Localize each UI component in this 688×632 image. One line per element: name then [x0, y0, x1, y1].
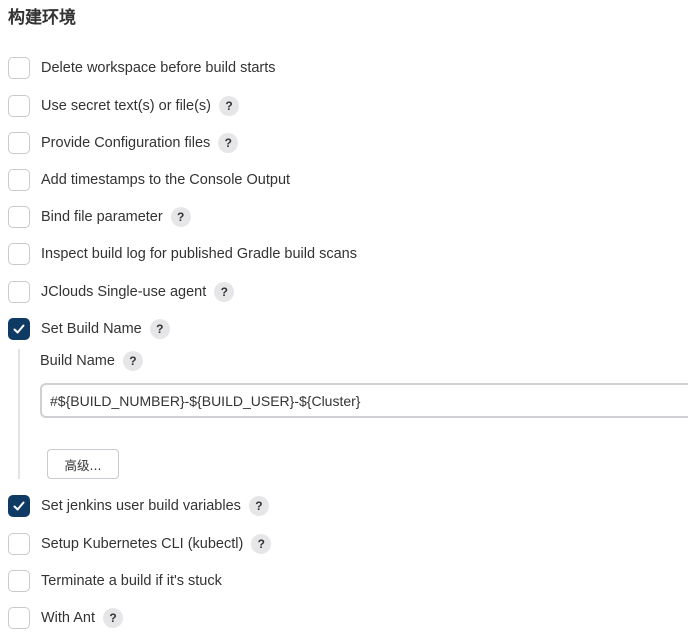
check-icon — [13, 324, 25, 334]
help-icon[interactable]: ? — [103, 608, 123, 628]
build-name-input[interactable] — [40, 383, 688, 418]
help-icon[interactable]: ? — [214, 282, 235, 302]
option-set-jenkins-user-vars[interactable]: Set jenkins user build variables ? — [8, 494, 269, 518]
section-title: 构建环境 — [8, 8, 76, 28]
nested-section-divider — [18, 349, 20, 479]
checkbox[interactable] — [8, 607, 30, 629]
help-icon[interactable]: ? — [218, 133, 239, 153]
option-label: Set Build Name — [41, 321, 142, 337]
advanced-button[interactable]: 高级... — [47, 449, 119, 479]
checkbox[interactable] — [8, 570, 30, 592]
option-label: JClouds Single-use agent — [41, 284, 207, 300]
option-inspect-gradle-log[interactable]: Inspect build log for published Gradle b… — [8, 242, 357, 266]
option-with-ant[interactable]: With Ant ? — [8, 606, 123, 630]
option-label: Provide Configuration files — [41, 135, 211, 151]
help-icon[interactable]: ? — [219, 96, 239, 116]
option-terminate-stuck-build[interactable]: Terminate a build if it's stuck — [8, 569, 222, 593]
check-icon — [13, 501, 25, 511]
checkbox[interactable] — [8, 132, 30, 154]
option-bind-file-parameter[interactable]: Bind file parameter ? — [8, 205, 191, 229]
option-use-secret[interactable]: Use secret text(s) or file(s) ? — [8, 94, 239, 118]
option-label: Use secret text(s) or file(s) — [41, 98, 211, 114]
option-label: Add timestamps to the Console Output — [41, 172, 291, 188]
option-jclouds-agent[interactable]: JClouds Single-use agent ? — [8, 280, 235, 304]
option-delete-workspace[interactable]: Delete workspace before build starts — [8, 56, 276, 80]
help-icon[interactable]: ? — [251, 534, 272, 554]
option-setup-kubectl[interactable]: Setup Kubernetes CLI (kubectl) ? — [8, 532, 272, 556]
help-icon[interactable]: ? — [122, 351, 143, 371]
checkbox[interactable] — [8, 533, 30, 555]
option-label: With Ant — [41, 610, 95, 626]
option-label: Set jenkins user build variables — [41, 498, 241, 514]
option-label: Bind file parameter — [41, 209, 163, 225]
checkbox-checked[interactable] — [8, 318, 30, 340]
option-provide-config-files[interactable]: Provide Configuration files ? — [8, 131, 239, 155]
option-label: Inspect build log for published Gradle b… — [41, 246, 357, 262]
help-icon[interactable]: ? — [170, 207, 191, 227]
build-name-label-row: Build Name ? — [40, 349, 143, 373]
help-icon[interactable]: ? — [248, 496, 269, 516]
checkbox-checked[interactable] — [8, 495, 30, 517]
checkbox[interactable] — [8, 281, 30, 303]
help-icon[interactable]: ? — [149, 319, 170, 339]
option-label: Terminate a build if it's stuck — [41, 573, 222, 589]
build-name-label: Build Name — [40, 353, 115, 369]
checkbox[interactable] — [8, 95, 30, 117]
option-label: Setup Kubernetes CLI (kubectl) — [41, 536, 244, 552]
checkbox[interactable] — [8, 169, 30, 191]
checkbox[interactable] — [8, 206, 30, 228]
checkbox[interactable] — [8, 57, 30, 79]
checkbox[interactable] — [8, 243, 30, 265]
option-label: Delete workspace before build starts — [41, 60, 276, 76]
option-set-build-name[interactable]: Set Build Name ? — [8, 317, 170, 341]
option-add-timestamps[interactable]: Add timestamps to the Console Output — [8, 168, 290, 192]
